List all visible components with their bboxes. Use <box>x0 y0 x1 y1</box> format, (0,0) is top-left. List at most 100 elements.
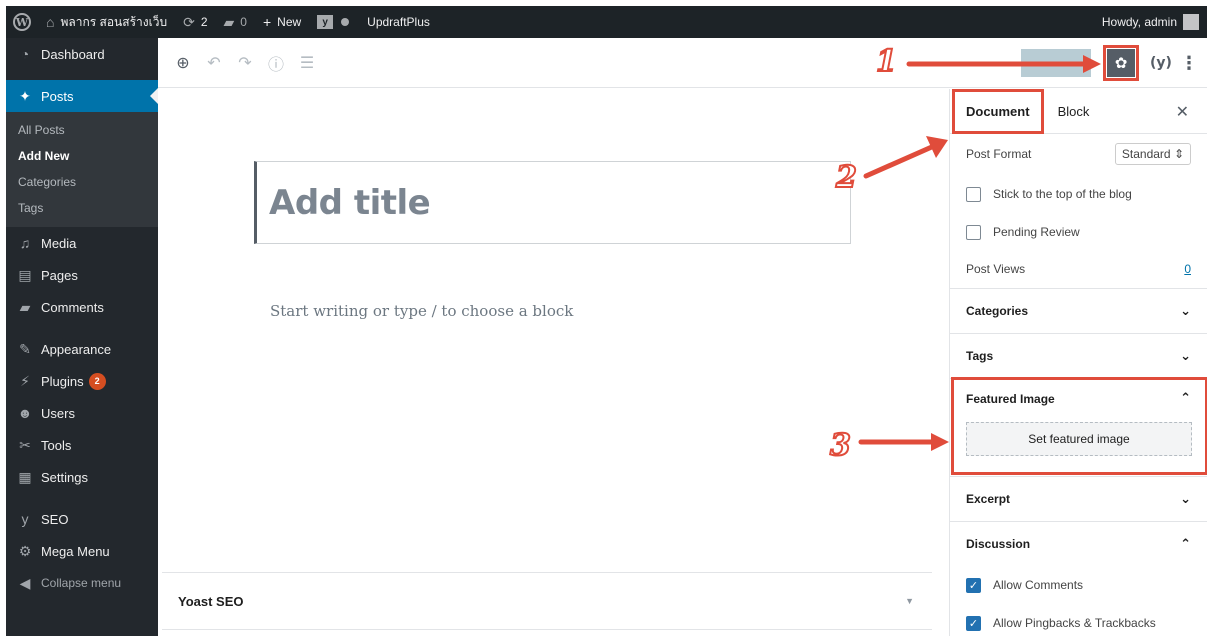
site-name: พลากร สอนสร้างเว็บ <box>60 14 168 29</box>
content-info-button[interactable]: ⓘ <box>263 50 289 76</box>
caret-down-icon[interactable]: ▼ <box>905 596 914 606</box>
set-featured-image-button[interactable]: Set featured image <box>966 422 1192 456</box>
updates-count: 2 <box>200 15 208 29</box>
site-name-link[interactable]: ⌂ พลากร สอนสร้างเว็บ <box>38 6 175 38</box>
default-block-appender[interactable]: Start writing or type / to choose a bloc… <box>270 302 573 320</box>
updraftplus-link[interactable]: UpdraftPlus <box>359 6 438 38</box>
menu-item-settings[interactable]: ▦ Settings <box>6 461 158 493</box>
settings-icon: ▦ <box>18 468 32 485</box>
menu-label: Posts <box>41 88 74 104</box>
menu-label: Settings <box>41 469 88 485</box>
menu-label: Pages <box>41 267 78 283</box>
post-format-value: Standard <box>1121 147 1171 161</box>
add-block-button[interactable]: ⊕ <box>170 50 196 76</box>
menu-label: Dashboard <box>41 46 105 62</box>
yoast-adminbar-menu[interactable]: y <box>309 6 359 38</box>
allow-comments-row: ✓ Allow Comments <box>950 566 1207 604</box>
annotation-step-1: 1 <box>875 43 898 80</box>
menu-item-seo[interactable]: y SEO <box>6 503 158 535</box>
sidebar-tabs: Document Block ✕ <box>950 89 1207 134</box>
allow-pingbacks-checkbox[interactable]: ✓ <box>966 615 981 631</box>
post-format-label: Post Format <box>966 147 1032 161</box>
new-label: New <box>277 15 302 29</box>
menu-label: Users <box>41 405 75 421</box>
post-title-field[interactable]: Add title <box>254 161 851 244</box>
menu-item-dashboard[interactable]: ◔ Dashboard <box>6 38 158 70</box>
menu-item-tools[interactable]: ✂ Tools <box>6 429 158 461</box>
allow-pingbacks-label: Allow Pingbacks & Trackbacks <box>993 616 1156 630</box>
plugins-update-badge: 2 <box>88 372 106 390</box>
menu-label: Collapse menu <box>41 576 122 590</box>
settings-toggle-button[interactable]: ✿ <box>1107 49 1135 77</box>
featured-image-title[interactable]: Featured Image <box>966 392 1055 406</box>
block-navigation-button[interactable]: ☰ <box>294 50 320 76</box>
plugin-icon: ⚡ <box>20 372 30 389</box>
tab-block[interactable]: Block <box>1044 89 1104 133</box>
menu-item-media[interactable]: ♫ Media <box>6 227 158 259</box>
wrench-icon: ✂ <box>19 436 31 453</box>
annotation-step-3: 3 <box>829 427 852 464</box>
redo-icon: ↷ <box>238 54 252 72</box>
tags-panel-toggle[interactable]: Tags ⌄ <box>950 333 1207 378</box>
pending-label: Pending Review <box>993 225 1080 239</box>
menu-item-mega-menu[interactable]: ⚙ Mega Menu <box>6 535 158 567</box>
post-views-link[interactable]: 0 <box>1184 262 1191 276</box>
menu-item-users[interactable]: ☻ Users <box>6 397 158 429</box>
comments-link[interactable]: ▰ 0 <box>216 6 255 38</box>
discussion-panel-toggle[interactable]: Discussion ⌃ <box>950 521 1207 566</box>
updates-link[interactable]: ⟳ 2 <box>175 6 215 38</box>
menu-item-comments[interactable]: ▰ Comments <box>6 291 158 323</box>
brush-icon: ✎ <box>19 340 31 357</box>
yoast-sidebar-button[interactable]: (y) <box>1147 49 1175 77</box>
pending-review-checkbox[interactable] <box>966 224 981 240</box>
plus-circle-icon: ⊕ <box>176 54 190 72</box>
wordpress-logo-icon: W <box>13 13 31 31</box>
wordpress-logo-menu[interactable]: W <box>6 6 38 38</box>
undo-button[interactable]: ↶ <box>201 50 227 76</box>
tab-document[interactable]: Document <box>952 89 1044 134</box>
submenu-tags[interactable]: Tags <box>6 195 158 221</box>
submenu-add-new[interactable]: Add New <box>6 143 158 169</box>
menu-label: Appearance <box>41 341 112 357</box>
annotation-arrow-3 <box>858 433 949 451</box>
menu-label: Tools <box>41 437 72 453</box>
post-format-select[interactable]: Standard ⇕ <box>1114 143 1191 165</box>
title-placeholder: Add title <box>269 182 431 223</box>
select-arrows-icon: ⇕ <box>1173 147 1184 161</box>
pin-icon: ✦ <box>19 87 31 104</box>
menu-item-pages[interactable]: ▤ Pages <box>6 259 158 291</box>
allow-comments-checkbox[interactable]: ✓ <box>966 577 981 593</box>
dashboard-icon: ◔ <box>20 46 30 62</box>
chevron-up-icon[interactable]: ⌃ <box>1180 390 1191 406</box>
categories-panel-toggle[interactable]: Categories ⌄ <box>950 288 1207 333</box>
users-icon: ☻ <box>17 405 33 421</box>
close-icon[interactable]: ✕ <box>1176 102 1189 122</box>
new-content-link[interactable]: + New <box>255 6 309 38</box>
menu-item-posts[interactable]: ✦ Posts <box>6 80 158 112</box>
categories-title: Categories <box>966 304 1029 318</box>
allow-comments-label: Allow Comments <box>993 578 1084 592</box>
admin-menu: ◔ Dashboard ✦ Posts All Posts Add New Ca… <box>6 38 158 636</box>
excerpt-panel-toggle[interactable]: Excerpt ⌄ <box>950 476 1207 521</box>
submenu-all-posts[interactable]: All Posts <box>6 117 158 143</box>
submenu-categories[interactable]: Categories <box>6 169 158 195</box>
comment-icon: ▰ <box>19 298 31 315</box>
collapse-menu-button[interactable]: ◀ Collapse menu <box>6 567 158 599</box>
account-menu[interactable]: Howdy, admin <box>1094 6 1207 38</box>
updates-icon: ⟳ <box>183 13 195 30</box>
more-tools-button[interactable]: ⋮ <box>1175 49 1203 77</box>
sticky-label: Stick to the top of the blog <box>993 187 1132 201</box>
list-icon: ☰ <box>299 54 315 72</box>
menu-item-plugins[interactable]: ⚡ Plugins 2 <box>6 365 158 397</box>
pages-icon: ▤ <box>18 266 32 283</box>
menu-item-appearance[interactable]: ✎ Appearance <box>6 333 158 365</box>
yoast-icon: y <box>317 15 334 29</box>
menu-label: Mega Menu <box>41 543 110 559</box>
post-views-label: Post Views <box>966 262 1026 276</box>
yoast-metabox[interactable]: Yoast SEO ▼ <box>162 572 932 630</box>
redo-button[interactable]: ↷ <box>232 50 258 76</box>
chevron-down-icon: ⌄ <box>1180 303 1191 318</box>
sticky-row: Stick to the top of the blog <box>950 174 1207 214</box>
sticky-checkbox[interactable] <box>966 186 981 202</box>
plus-icon: + <box>262 14 272 30</box>
